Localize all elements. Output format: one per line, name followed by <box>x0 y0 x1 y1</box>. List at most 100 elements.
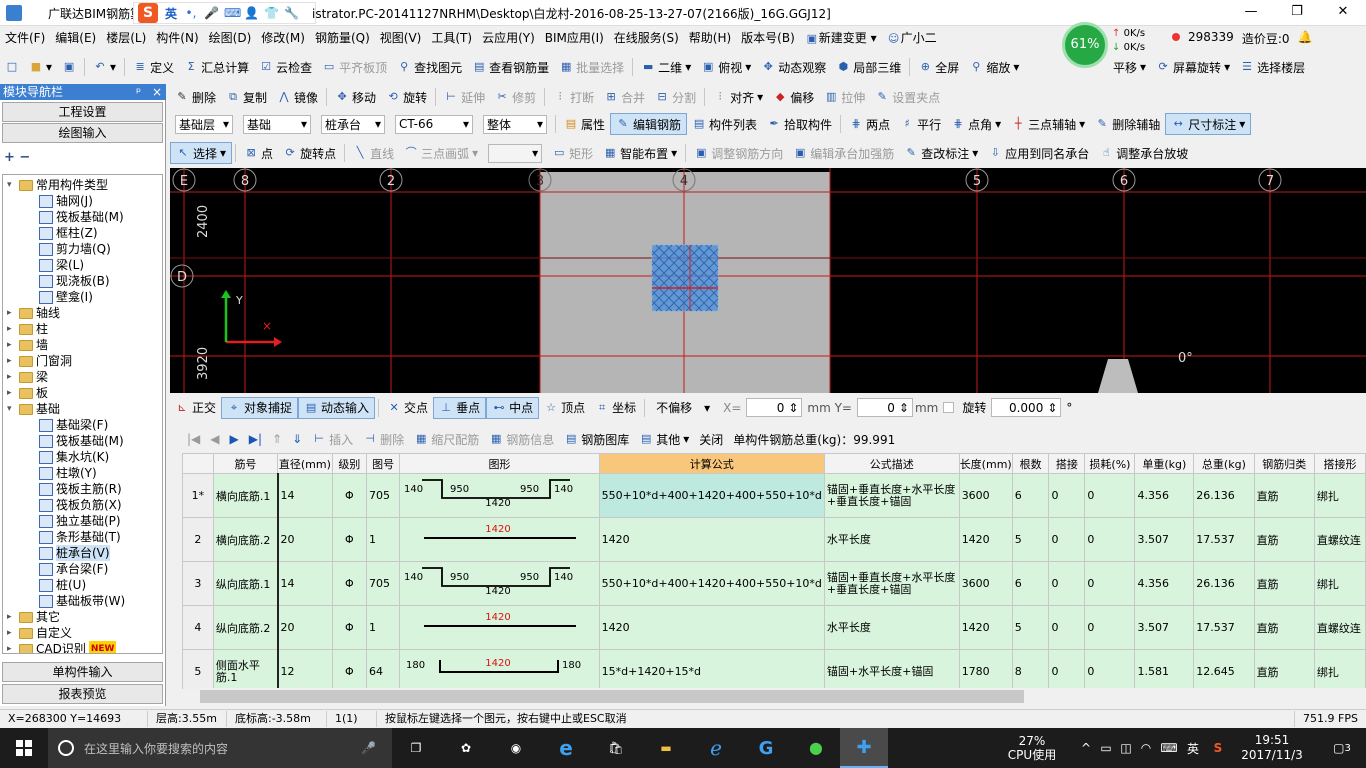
user-icon[interactable]: 👤 <box>244 6 259 20</box>
tree-item[interactable]: 桩承台(V) <box>39 545 110 561</box>
microphone-icon[interactable]: 🎤 <box>361 741 376 755</box>
column-header[interactable]: 图形 <box>399 453 600 474</box>
move-button[interactable]: ✥ 移动 <box>330 86 381 108</box>
object-snap-toggle[interactable]: ⌖ 对象捕捉 <box>221 396 299 419</box>
offset-mode-select[interactable]: 不偏移 ▾ <box>653 398 713 417</box>
cell-formula[interactable]: 1420 <box>598 517 825 562</box>
expand-icon[interactable]: ▸ <box>7 641 16 653</box>
column-header[interactable]: 公式描述 <box>823 453 960 474</box>
three-point-axis-button[interactable]: ┼ 三点辅轴 ▾ <box>1006 113 1090 135</box>
column-header[interactable]: 根数 <box>1011 453 1050 474</box>
column-header[interactable]: 级别 <box>331 453 367 474</box>
local-3d-button[interactable]: ⬢ 局部三维 <box>831 56 906 78</box>
tree-item[interactable]: 壁龛(I) <box>39 289 93 305</box>
menu-view[interactable]: 视图(V) <box>375 29 427 46</box>
smart-layout-button[interactable]: ▦ 智能布置 ▾ <box>598 142 682 164</box>
bell-icon[interactable]: 🔔 <box>1298 30 1313 47</box>
close-button[interactable]: ✕ <box>1320 0 1366 26</box>
expand-icon[interactable]: ▸ <box>7 321 16 337</box>
vertex-snap[interactable]: ☆ 顶点 <box>539 397 590 419</box>
cell-grade[interactable]: Φ <box>331 517 367 562</box>
pinwheel-app-icon[interactable]: ✿ <box>446 728 486 768</box>
expand-collapse-icon[interactable]: + − <box>4 150 30 165</box>
punct-icon[interactable]: •, <box>184 6 198 20</box>
scrollbar-thumb[interactable] <box>200 690 1024 703</box>
member-type-select[interactable]: 桩承台 ▾ <box>321 114 385 134</box>
cell-grade[interactable]: Φ <box>331 649 367 689</box>
collapse-icon[interactable]: ▾ <box>7 401 16 417</box>
cell-laptype[interactable]: 直螺纹连 <box>1313 605 1366 650</box>
expand-icon[interactable]: ▸ <box>7 625 16 641</box>
pan-dropdown[interactable]: 平移 ▾ <box>1108 56 1151 78</box>
glodon-active-icon[interactable]: ✚ <box>840 728 888 768</box>
cell-len[interactable]: 3600 <box>958 561 1013 606</box>
cell-total[interactable]: 17.537 <box>1193 517 1255 562</box>
shape-cell[interactable]: 1420 180 180 <box>399 649 600 689</box>
arc-combo[interactable]: ▾ <box>488 143 543 163</box>
cell-unit[interactable]: 4.356 <box>1134 561 1195 606</box>
ortho-toggle[interactable]: ⊾ 正交 <box>170 397 221 419</box>
properties-button[interactable]: ▤ 属性 <box>559 113 610 135</box>
column-header[interactable]: 总重(kg) <box>1193 453 1255 474</box>
cell-name[interactable]: 横向底筋.1 <box>212 473 279 518</box>
tree-item[interactable]: 剪力墙(Q) <box>39 241 111 257</box>
cloud-check-button[interactable]: ☑ 云检查 <box>254 56 317 78</box>
cell-total[interactable]: 17.537 <box>1193 605 1255 650</box>
adjust-slope-button[interactable]: ☝ 调整承台放坡 <box>1094 142 1193 164</box>
tree-item[interactable]: 集水坑(K) <box>39 449 109 465</box>
rectangle-button[interactable]: ▭ 矩形 <box>547 142 598 164</box>
scope-select[interactable]: 整体 ▾ <box>483 114 547 134</box>
store-icon[interactable]: 🛍 <box>596 728 636 768</box>
offset-button[interactable]: ◆ 偏移 <box>768 86 819 108</box>
find-element-button[interactable]: ⚲ 查找图元 <box>392 56 467 78</box>
cell-desc[interactable]: 水平长度 <box>823 517 960 562</box>
cell-desc[interactable]: 锚固+水平长度+锚固 <box>823 649 960 689</box>
tree-item[interactable]: ▸ 其它 <box>7 609 60 625</box>
cell-desc[interactable]: 水平长度 <box>823 605 960 650</box>
shape-cell[interactable]: 140 950 1420 950 140 <box>399 561 600 606</box>
report-preview-button[interactable]: 报表预览 <box>2 684 163 704</box>
cell-desc[interactable]: 锚固+垂直长度+水平长度+垂直长度+锚固 <box>823 561 960 606</box>
prev-nav-button[interactable]: ◀ <box>205 428 224 450</box>
type-select[interactable]: 基础 ▾ <box>243 114 311 134</box>
cell-desc[interactable]: 锚固+垂直长度+水平长度+垂直长度+锚固 <box>823 473 960 518</box>
tree-item[interactable]: ▾ 常用构件类型 <box>7 177 108 193</box>
cell-total[interactable]: 12.645 <box>1193 649 1255 689</box>
cell-fig[interactable]: 1 <box>365 517 401 562</box>
tree-item[interactable]: ▸ CAD识别 NEW <box>7 641 117 653</box>
move-down-button[interactable]: ⇓ <box>287 428 307 450</box>
perf-gauge[interactable]: 61% <box>1062 22 1108 68</box>
tree-item[interactable]: 筏板基础(M) <box>39 433 124 449</box>
intersection-snap[interactable]: ✕ 交点 <box>382 397 433 419</box>
cell-lap[interactable]: 0 <box>1048 561 1086 606</box>
cell-dia[interactable]: 14 <box>277 473 333 518</box>
drawing-canvas[interactable]: × E 8 2 3 4 5 6 7 D 2400 3920 Y 0° <box>170 168 1366 393</box>
cell-cls[interactable]: 直筋 <box>1253 605 1315 650</box>
row-number[interactable]: 4 <box>182 605 214 650</box>
next-nav-button[interactable]: ▶ <box>225 428 244 450</box>
cell-dia[interactable]: 14 <box>277 561 333 606</box>
tree-item[interactable]: 承台梁(F) <box>39 561 108 577</box>
cell-lap[interactable]: 0 <box>1048 605 1086 650</box>
edit-rebar-button[interactable]: ✎ 编辑钢筋 <box>610 113 688 135</box>
insert-row-button[interactable]: ⊢ 插入 <box>307 428 358 450</box>
rotate-button[interactable]: ⟲ 旋转 <box>381 86 432 108</box>
batch-select-button[interactable]: ▦ 批量选择 <box>554 56 629 78</box>
row-number[interactable]: 1* <box>182 473 214 518</box>
start-button[interactable] <box>0 728 48 768</box>
menu-member[interactable]: 构件(N) <box>151 29 203 46</box>
cell-laptype[interactable]: 直螺纹连 <box>1313 517 1366 562</box>
align-slab-top-button[interactable]: ▭ 平齐板顶 <box>317 56 392 78</box>
cell-cls[interactable]: 直筋 <box>1253 517 1315 562</box>
expand-icon[interactable]: ▸ <box>7 353 16 369</box>
save-button[interactable]: ▣ <box>57 56 81 78</box>
pin-icon[interactable]: ᵖ <box>136 84 141 100</box>
cell-fig[interactable]: 1 <box>365 605 401 650</box>
network-icon[interactable]: ◫ <box>1116 728 1136 768</box>
midpoint-snap[interactable]: ⊷ 中点 <box>486 396 540 419</box>
menu-assistant[interactable]: ☺广小二 <box>882 29 942 46</box>
line-button[interactable]: ╲ 直线 <box>348 142 399 164</box>
menu-version[interactable]: 版本号(B) <box>736 29 800 46</box>
close-panel-icon[interactable]: × <box>152 84 162 100</box>
tree-item[interactable]: 筏板基础(M) <box>39 209 124 225</box>
